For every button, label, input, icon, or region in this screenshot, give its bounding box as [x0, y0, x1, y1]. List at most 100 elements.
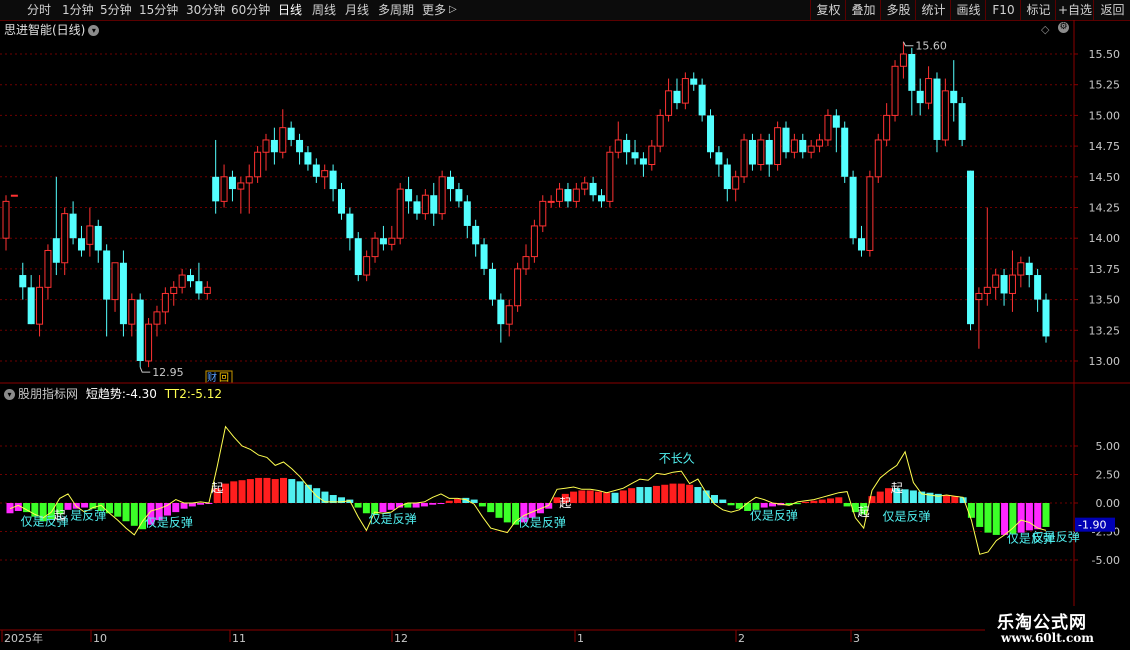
- indicator-bar: [130, 503, 138, 526]
- chevron-down-icon[interactable]: ▾: [4, 389, 15, 400]
- indicator-bar: [760, 503, 768, 508]
- candle: [2, 195, 10, 251]
- signal-label: 仅是反弹: [750, 509, 798, 523]
- indicator-bar: [710, 495, 718, 503]
- candle-body: [807, 145, 815, 153]
- settings-icon[interactable]: ⚙: [1058, 22, 1069, 33]
- candle: [371, 232, 379, 263]
- candle-body: [363, 256, 371, 276]
- candle: [103, 244, 111, 337]
- candle-body: [128, 299, 136, 325]
- candle: [405, 176, 413, 214]
- candle: [505, 299, 513, 337]
- candle: [933, 72, 941, 153]
- candle: [27, 275, 35, 325]
- candle-body: [665, 90, 673, 116]
- candle: [866, 170, 874, 257]
- candle-body: [36, 286, 44, 325]
- candle: [556, 182, 564, 208]
- indicator-bar: [669, 483, 677, 503]
- signal-label: 仅是反弹: [883, 510, 931, 524]
- candle: [774, 121, 782, 171]
- candle: [472, 219, 480, 257]
- candle-body: [916, 90, 924, 104]
- candle-body: [2, 200, 10, 239]
- candle-body: [447, 176, 455, 190]
- xaxis-tick-label: 1: [577, 632, 584, 645]
- candle: [1025, 256, 1033, 288]
- candle-body: [530, 225, 538, 258]
- candle-body: [228, 176, 236, 190]
- indicator-bar: [172, 503, 180, 513]
- candle-body: [748, 139, 756, 165]
- candle-body: [463, 201, 471, 226]
- watermark-url: www.60lt.com: [1001, 631, 1094, 645]
- indicator-bar: [495, 503, 503, 518]
- candle-body: [556, 188, 564, 202]
- current-value-label: -1.90: [1078, 519, 1106, 532]
- candle-body: [606, 151, 614, 202]
- indicator-bar: [81, 503, 89, 508]
- candle: [287, 121, 295, 147]
- candle-body: [774, 127, 782, 166]
- candle-body: [346, 213, 354, 239]
- candle-body: [547, 200, 555, 203]
- candle: [656, 109, 664, 153]
- candle: [161, 287, 169, 325]
- candle: [438, 170, 446, 220]
- candle-body: [119, 262, 127, 325]
- candle-body: [623, 139, 631, 153]
- candle-body: [866, 176, 874, 251]
- diamond-icon[interactable]: ◇: [1041, 23, 1049, 36]
- review-badge-label: 回: [219, 372, 229, 384]
- candle-body: [765, 139, 773, 165]
- indicator-bar: [255, 477, 263, 503]
- candle: [463, 195, 471, 239]
- candle: [488, 262, 496, 306]
- candle-body: [631, 152, 639, 159]
- candle-body: [824, 114, 832, 141]
- indicator-bar: [296, 481, 304, 503]
- indicator-bar: [951, 496, 959, 503]
- indicator-bar: [719, 499, 727, 503]
- candle-body: [405, 189, 413, 202]
- candle-body: [421, 194, 429, 215]
- candle: [941, 78, 949, 147]
- candle-body: [899, 53, 907, 67]
- candle: [1008, 250, 1016, 312]
- candle: [623, 133, 631, 165]
- candle: [111, 262, 119, 312]
- candle-body: [715, 152, 723, 165]
- signal-label: 仅是反弹: [145, 515, 193, 529]
- candle: [857, 225, 865, 257]
- indicator-bar: [727, 503, 735, 506]
- indicator-bar: [379, 503, 387, 513]
- candle: [19, 262, 27, 300]
- candle-body: [136, 299, 144, 361]
- candle-body: [1025, 262, 1033, 276]
- indicator-bar: [478, 503, 486, 507]
- indicator-name: 股朋指标网: [18, 387, 79, 401]
- candle-body: [195, 281, 203, 294]
- low-label: 12.95: [152, 366, 184, 379]
- price-tick-label: 15.25: [1089, 79, 1121, 92]
- candle-body: [497, 299, 505, 325]
- candle-body: [337, 189, 345, 214]
- candle: [119, 250, 127, 337]
- candle-body: [992, 274, 1000, 288]
- indicator-bar: [909, 490, 917, 503]
- indicator-bar: [321, 491, 329, 503]
- candle: [245, 164, 253, 214]
- xaxis-tick-label: 2025年: [4, 631, 43, 645]
- candle-body: [61, 213, 69, 264]
- series1-label: 短趋势:: [85, 387, 126, 401]
- low-marker: [139, 366, 151, 373]
- indicator-bar: [876, 491, 884, 503]
- indicator-bar: [1017, 503, 1025, 533]
- candle: [346, 207, 354, 251]
- candle: [388, 225, 396, 251]
- chevron-down-icon[interactable]: ▾: [88, 25, 100, 36]
- indicator-bar: [594, 491, 602, 503]
- candle-body: [145, 323, 153, 362]
- candle: [480, 238, 488, 276]
